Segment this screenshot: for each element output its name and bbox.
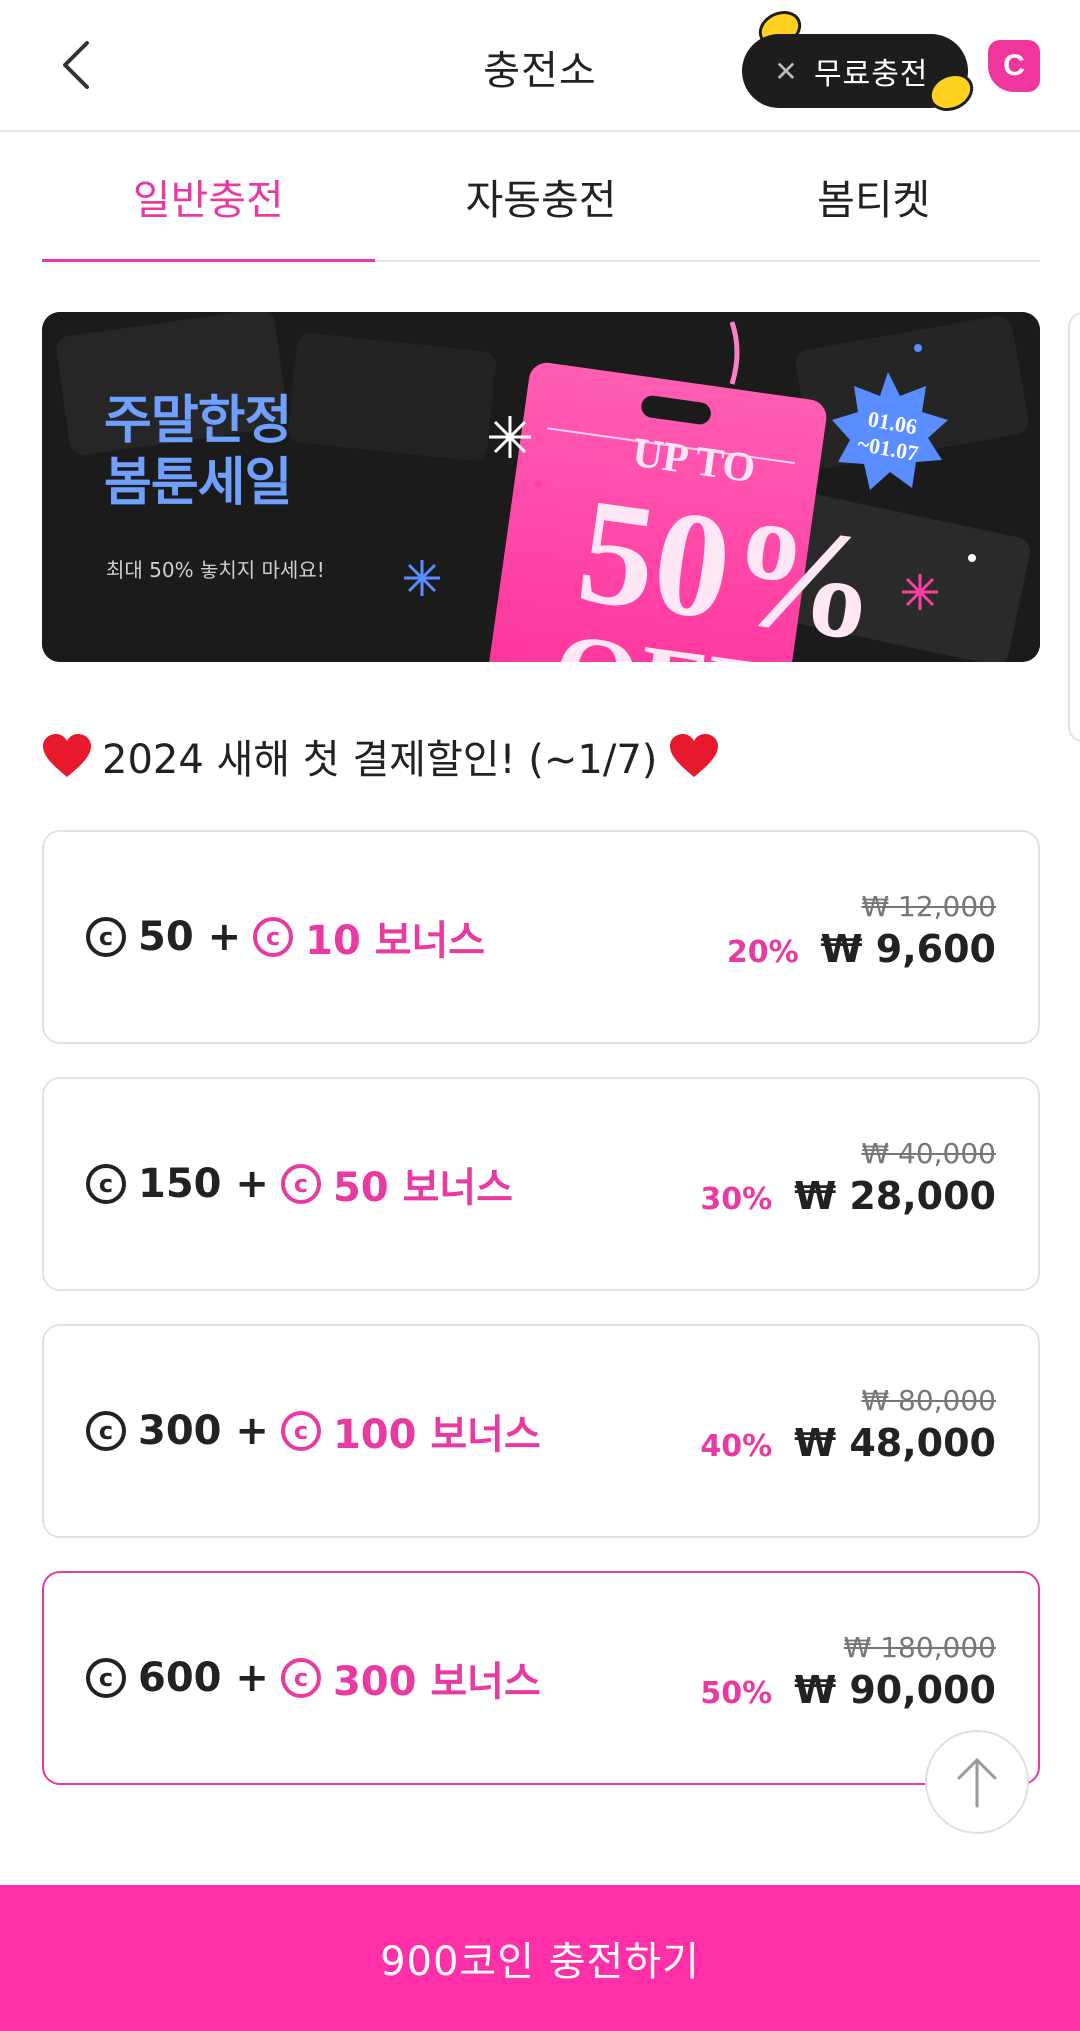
sale-price: ₩ 48,000 (794, 1421, 996, 1465)
package-bonus-text: 300 보너스 (332, 1659, 541, 1705)
discount-percent: 50% (700, 1676, 773, 1711)
original-price: ₩ 40,000 (861, 1137, 996, 1170)
coin-package-300[interactable]: c 300 + c 100 보너스 ₩ 80,000 40% ₩ 48,000 (42, 1324, 1040, 1538)
coin-package-50[interactable]: c 50 + c 10 보너스 ₩ 12,000 20% ₩ 9,600 (42, 830, 1040, 1044)
package-bonus: c 50 보너스 (280, 1155, 513, 1213)
package-base-coins: 150 + (138, 1161, 269, 1207)
tab-spring-ticket[interactable]: 봄티켓 (707, 132, 1040, 260)
package-price: ₩ 180,000 50% ₩ 90,000 (700, 1631, 996, 1712)
package-coins: c 300 + c 100 보너스 (86, 1326, 541, 1536)
top-header: 충전소 ✕ 무료충전 C (0, 0, 1080, 132)
banner-title-line1: 주말한정 (104, 391, 292, 451)
banner-subtitle: 최대 50% 놓치지 마세요! (106, 558, 325, 582)
coin-icon: c (86, 1411, 126, 1451)
coin-icon: c (86, 1658, 126, 1698)
tab-auto-charge[interactable]: 자동충전 (375, 132, 708, 260)
package-bonus: c 10 보너스 (253, 908, 485, 966)
sale-price: ₩ 28,000 (794, 1174, 996, 1218)
discount-percent: 30% (700, 1182, 773, 1217)
coin-icon: c (280, 1658, 321, 1698)
package-price: ₩ 40,000 30% ₩ 28,000 (700, 1137, 996, 1218)
coin-icon: c (86, 1164, 126, 1204)
arrow-up-icon (957, 1758, 997, 1808)
banner-title-line2: 봄툰세일 (104, 453, 292, 513)
coin-package-150[interactable]: c 150 + c 50 보너스 ₩ 40,000 30% ₩ 28,000 (42, 1077, 1040, 1291)
discount-percent: 40% (700, 1429, 773, 1464)
package-coins: c 50 + c 10 보너스 (86, 832, 485, 1042)
coin-icon: c (280, 1164, 321, 1204)
package-bonus-text: 50 보너스 (332, 1165, 513, 1211)
package-bonus-text: 10 보너스 (305, 918, 486, 964)
heart-icon (670, 734, 719, 777)
sale-banner[interactable]: UP TO 50% OFF 01.06 ~01.07 주말한정 봄툰세일 최대 … (42, 312, 1040, 662)
banner-title: 주말한정 봄툰세일 (104, 390, 292, 514)
package-base-coins: 600 + (138, 1655, 269, 1701)
package-coins: c 600 + c 300 보너스 (86, 1573, 541, 1783)
promo-heading: 2024 새해 첫 결제할인! (~1/7) (42, 726, 719, 786)
tab-general-charge[interactable]: 일반충전 (42, 132, 375, 262)
coin-icon: c (280, 1411, 321, 1451)
scroll-to-top-button[interactable] (925, 1730, 1029, 1834)
charge-tabs: 일반충전 자동충전 봄티켓 (42, 132, 1040, 262)
charge-coins-button[interactable]: 900코인 충전하기 (0, 1885, 1080, 2031)
next-banner-peek[interactable] (1068, 312, 1080, 742)
coin-icon: c (253, 917, 294, 957)
package-bonus-text: 100 보너스 (332, 1412, 541, 1458)
original-price: ₩ 180,000 (843, 1631, 996, 1664)
brand-coin-icon[interactable]: C (988, 40, 1040, 92)
close-icon[interactable]: ✕ (766, 55, 806, 88)
free-charge-label: 무료충전 (814, 57, 929, 92)
sale-price: ₩ 90,000 (794, 1668, 996, 1712)
package-price: ₩ 12,000 20% ₩ 9,600 (727, 890, 996, 971)
heart-icon (43, 734, 91, 777)
coin-package-600[interactable]: c 600 + c 300 보너스 ₩ 180,000 50% ₩ 90,000 (42, 1571, 1040, 1785)
package-bonus: c 300 보너스 (280, 1649, 541, 1707)
package-price: ₩ 80,000 40% ₩ 48,000 (700, 1384, 996, 1465)
package-coins: c 150 + c 50 보너스 (86, 1079, 513, 1289)
package-bonus: c 100 보너스 (280, 1402, 541, 1460)
package-base-coins: 300 + (138, 1408, 269, 1454)
package-base-coins: 50 + (138, 914, 242, 960)
coin-icon: c (86, 917, 126, 957)
sale-price: ₩ 9,600 (820, 927, 996, 971)
discount-percent: 20% (726, 935, 799, 970)
original-price: ₩ 12,000 (861, 890, 996, 923)
promo-text: 2024 새해 첫 결제할인! (~1/7) (102, 737, 658, 783)
original-price: ₩ 80,000 (861, 1384, 996, 1417)
